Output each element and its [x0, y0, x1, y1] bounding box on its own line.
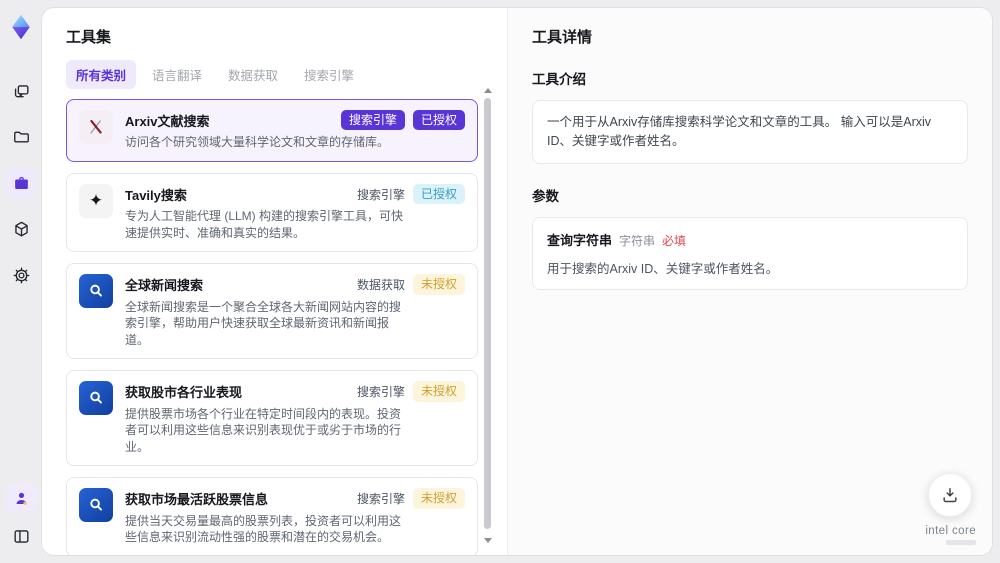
tab-language-translation[interactable]: 语言翻译 — [142, 60, 212, 89]
param-name: 查询字符串 — [547, 232, 613, 248]
status-badge: 已授权 — [412, 110, 465, 131]
chat-icon — [14, 84, 29, 97]
tool-name: 获取市场最活跃股票信息 — [125, 492, 269, 508]
tool-detail-pane: 工具详情 工具介绍 一个用于从Arxiv存储库搜索科学论文和文章的工具。 输入可… — [507, 8, 992, 555]
sidebar — [0, 0, 42, 563]
sidebar-item-models[interactable] — [6, 214, 36, 244]
status-badge: 未授权 — [412, 381, 465, 402]
download-icon — [943, 488, 957, 503]
status-badge: 已授权 — [412, 183, 465, 205]
category-badge: 搜索引擎 — [340, 110, 405, 131]
tool-card-tavily[interactable]: ✦ Tavily搜索 搜索引擎 已授权 专为人工智能代理 (LLM) 构建的搜索… — [66, 172, 478, 253]
split-panel-icon — [13, 529, 29, 543]
category-tabs: 所有类别 语言翻译 数据获取 搜索引擎 — [66, 60, 507, 89]
arxiv-logo-icon — [79, 110, 113, 144]
scroll-down-icon[interactable] — [483, 538, 492, 543]
sidebar-bottom — [6, 483, 36, 551]
category-label: 搜索引擎 — [356, 492, 405, 507]
intel-core-logo: intel core — [925, 525, 976, 545]
tool-name: Tavily搜索 — [125, 187, 187, 203]
params-heading: 参数 — [532, 188, 559, 204]
category-label: 搜索引擎 — [356, 187, 405, 202]
app-logo-icon[interactable] — [6, 12, 36, 42]
intro-text: 一个用于从Arxiv存储库搜索科学论文和文章的工具。 输入可以是Arxiv ID… — [547, 115, 932, 148]
tab-data-fetch[interactable]: 数据获取 — [218, 60, 288, 89]
folder-icon — [13, 131, 29, 143]
tool-description: 提供当天交易量最高的股票列表，投资者可以利用这些信息来识别流动性强的股票和潜在的… — [125, 513, 402, 545]
main-content: 工具集 所有类别 语言翻译 数据获取 搜索引擎 Arxiv文献搜索 搜索引擎 已… — [42, 8, 992, 555]
sidebar-item-files[interactable] — [6, 122, 36, 152]
scrollbar-thumb[interactable] — [484, 98, 491, 529]
tool-card-global-news[interactable]: 全球新闻搜索 数据获取 未授权 全球新闻搜索是一个聚合全球各大新闻网站内容的搜索… — [66, 263, 478, 360]
app-root: 工具集 所有类别 语言翻译 数据获取 搜索引擎 Arxiv文献搜索 搜索引擎 已… — [0, 0, 1000, 563]
sidebar-item-toggle-panel[interactable] — [6, 521, 36, 551]
magnifier-app-icon — [79, 274, 113, 309]
page-title: 工具集 — [66, 29, 112, 46]
category-label: 数据获取 — [356, 278, 405, 293]
sidebar-item-settings[interactable] — [6, 260, 36, 290]
cube-icon — [14, 221, 28, 237]
sidebar-nav — [6, 76, 36, 290]
detail-title: 工具详情 — [532, 29, 593, 46]
tool-description: 专为人工智能代理 (LLM) 构建的搜索引擎工具，可快速提供实时、准确和真实的结… — [125, 209, 404, 240]
tool-card-sector-performance[interactable]: 获取股市各行业表现 搜索引擎 未授权 提供股票市场各个行业在特定时间段内的表现。… — [66, 370, 478, 467]
tool-description: 提供股票市场各个行业在特定时间段内的表现。投资者可以利用这些信息来识别表现优于或… — [125, 406, 402, 454]
tool-card-most-active-stocks[interactable]: 获取市场最活跃股票信息 搜索引擎 未授权 提供当天交易量最高的股票列表，投资者可… — [66, 477, 478, 555]
magnifier-app-icon — [79, 488, 113, 523]
sidebar-item-tools[interactable] — [6, 168, 36, 198]
status-badge: 未授权 — [412, 274, 465, 295]
param-description: 用于搜索的Arxiv ID、关键字或作者姓名。 — [547, 261, 779, 276]
gear-icon — [13, 267, 29, 283]
intro-heading: 工具介绍 — [532, 72, 586, 87]
intro-box: 一个用于从Arxiv存储库搜索科学论文和文章的工具。 输入可以是Arxiv ID… — [532, 100, 968, 164]
category-label: 搜索引擎 — [356, 385, 405, 400]
briefcase-icon — [14, 176, 28, 189]
scroll-up-icon[interactable] — [483, 88, 492, 93]
tool-list: Arxiv文献搜索 搜索引擎 已授权 访问各个研究领域大量科学论文和文章的存储库… — [66, 99, 478, 555]
tool-name: 获取股市各行业表现 — [125, 385, 243, 401]
download-button[interactable] — [928, 473, 972, 517]
param-box: 查询字符串 字符串 必填 用于搜索的Arxiv ID、关键字或作者姓名。 — [532, 216, 968, 290]
param-required-badge: 必填 — [662, 233, 687, 248]
tool-card-arxiv[interactable]: Arxiv文献搜索 搜索引擎 已授权 访问各个研究领域大量科学论文和文章的存储库… — [66, 99, 478, 162]
tool-name: Arxiv文献搜索 — [125, 114, 210, 129]
user-icon — [16, 492, 27, 505]
magnifier-app-icon — [79, 381, 113, 416]
tool-description: 访问各个研究领域大量科学论文和文章的存储库。 — [125, 135, 390, 150]
status-badge: 未授权 — [412, 488, 465, 509]
tool-name: 全球新闻搜索 — [125, 278, 204, 294]
param-type: 字符串 — [619, 233, 656, 248]
tab-search-engine[interactable]: 搜索引擎 — [294, 60, 364, 89]
scrollbar[interactable] — [483, 88, 492, 543]
sidebar-item-user[interactable] — [6, 483, 36, 513]
sparkle-icon: ✦ — [79, 183, 113, 218]
tab-all-categories[interactable]: 所有类别 — [66, 60, 137, 89]
sidebar-item-chat[interactable] — [6, 76, 36, 106]
tool-description: 全球新闻搜索是一个聚合全球各大新闻网站内容的搜索引擎，帮助用户快速获取全球最新资… — [125, 299, 402, 347]
tool-list-pane: 工具集 所有类别 语言翻译 数据获取 搜索引擎 Arxiv文献搜索 搜索引擎 已… — [42, 8, 507, 555]
